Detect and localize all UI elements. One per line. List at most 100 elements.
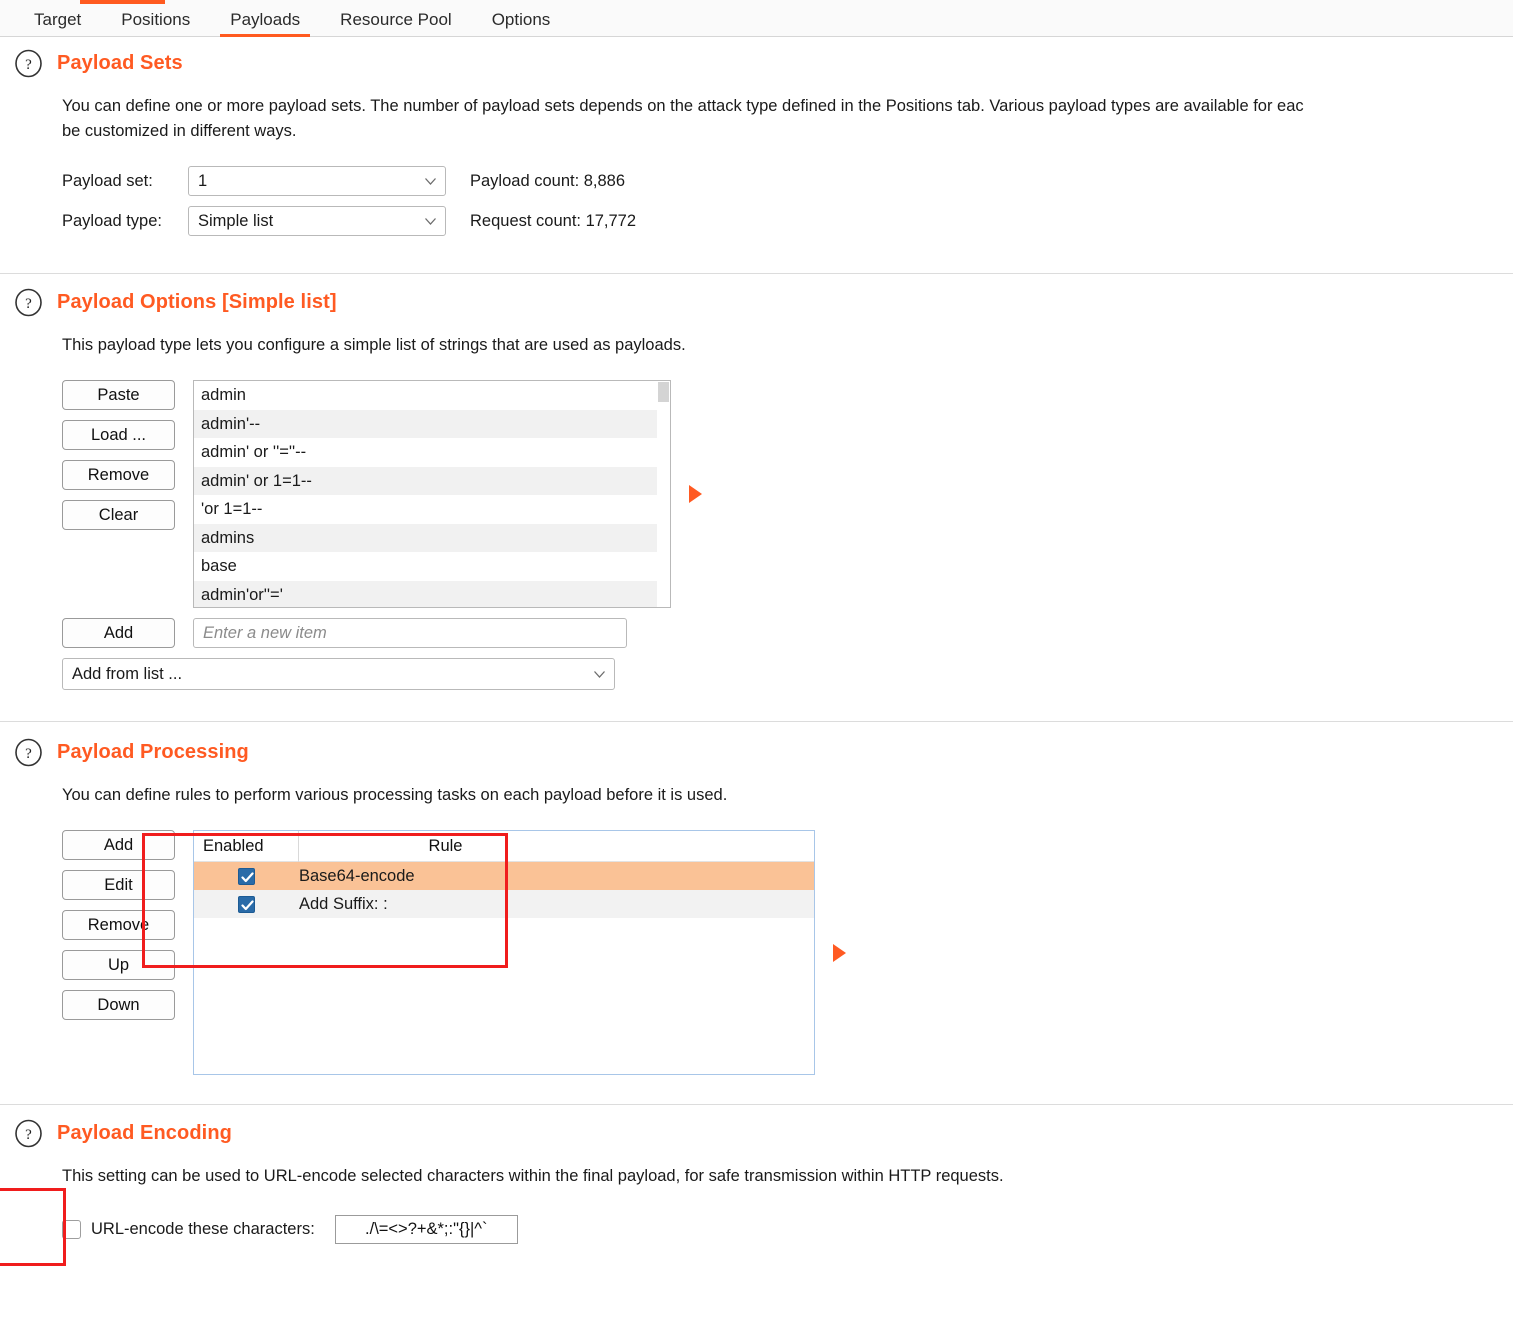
payload-type-value: Simple list (198, 211, 274, 230)
payload-list-scrollbar[interactable] (657, 381, 670, 607)
payload-processing-header: ? Payload Processing (0, 738, 1513, 767)
svg-text:?: ? (25, 746, 32, 762)
payload-sets-header: ? Payload Sets (0, 49, 1513, 78)
payload-options-title: Payload Options [Simple list] (57, 291, 337, 313)
list-item[interactable]: admin' or 1=1-- (194, 466, 670, 495)
svg-text:?: ? (25, 57, 32, 73)
url-encode-checkbox[interactable] (62, 1220, 81, 1239)
tab-label: Options (491, 10, 551, 29)
payload-encoding-title: Payload Encoding (57, 1122, 232, 1144)
section-payload-sets: ? Payload Sets You can define one or mor… (0, 37, 1513, 274)
list-item[interactable]: admins (194, 523, 670, 552)
rule-down-button[interactable]: Down (62, 990, 175, 1020)
remove-button[interactable]: Remove (62, 460, 175, 490)
tab-target[interactable]: Target (14, 11, 101, 37)
tab-label: Payloads (230, 10, 301, 29)
clear-button[interactable]: Clear (62, 500, 175, 530)
chevron-down-icon (425, 218, 436, 225)
rules-marker-wrap (833, 830, 846, 1075)
svg-text:?: ? (25, 1127, 32, 1143)
add-from-list-select[interactable]: Add from list ... (62, 658, 615, 690)
url-encode-highlight-box (0, 1188, 66, 1266)
tab-positions[interactable]: Positions (101, 11, 210, 37)
request-count: Request count: 17,772 (470, 211, 637, 230)
payload-count: Payload count: 8,886 (470, 171, 626, 190)
payload-encoding-description: This setting can be used to URL-encode s… (62, 1167, 1004, 1185)
question-mark-icon[interactable]: ? (14, 738, 43, 767)
add-button-wrap: Add (62, 618, 175, 648)
url-encode-label: URL-encode these characters: (91, 1220, 315, 1238)
page-title: Payload Sets (57, 52, 183, 74)
payload-list-marker-wrap (689, 380, 702, 608)
list-item[interactable]: admin' or ''=''-- (194, 438, 670, 467)
payload-list-buttons: Paste Load ... Remove Clear (62, 380, 175, 530)
new-item-input[interactable] (193, 618, 627, 648)
payload-list[interactable]: admin admin'-- admin' or ''=''-- admin' … (193, 380, 671, 608)
payload-set-select[interactable]: 1 (188, 166, 446, 196)
load-button[interactable]: Load ... (62, 420, 175, 450)
table-row[interactable]: Add Suffix: : (194, 890, 814, 918)
column-header-enabled: Enabled (203, 836, 264, 855)
url-encode-line: URL-encode these characters: ./\=<>?+&*;… (62, 1215, 1513, 1244)
payload-type-select[interactable]: Simple list (188, 206, 446, 236)
chevron-down-icon (594, 671, 605, 678)
tab-resource-pool[interactable]: Resource Pool (320, 11, 472, 37)
tab-list: Target Positions Payloads Resource Pool … (0, 0, 1513, 37)
question-mark-icon[interactable]: ? (14, 288, 43, 317)
chevron-down-icon (425, 178, 436, 185)
payload-set-value: 1 (198, 171, 208, 190)
payload-processing-title: Payload Processing (57, 741, 249, 763)
payload-encoding-header: ? Payload Encoding (0, 1119, 1513, 1148)
orange-triangle-icon (689, 485, 702, 503)
rules-buttons: Add Edit Remove Up Down (62, 830, 175, 1020)
rule-enabled-checkbox[interactable] (194, 895, 298, 913)
tab-bar: Target Positions Payloads Resource Pool … (0, 0, 1513, 37)
svg-text:?: ? (25, 296, 32, 312)
url-encode-characters-input[interactable]: ./\=<>?+&*;:"{}|^` (334, 1215, 518, 1244)
orange-triangle-icon (833, 943, 846, 962)
add-button[interactable]: Add (62, 618, 175, 648)
list-item[interactable]: admin'or''=' (194, 580, 670, 607)
rule-enabled-checkbox[interactable] (194, 867, 298, 885)
question-mark-icon[interactable]: ? (14, 1119, 43, 1148)
payload-options-header: ? Payload Options [Simple list] (0, 288, 1513, 317)
scrollbar-thumb[interactable] (658, 382, 669, 402)
rule-remove-button[interactable]: Remove (62, 910, 175, 940)
tab-label: Positions (121, 10, 191, 29)
rule-add-button[interactable]: Add (62, 830, 175, 860)
payload-sets-fields: Payload set: 1 Payload count: 8,886 Payl… (0, 166, 1513, 236)
payload-options-body: Paste Load ... Remove Clear admin admin'… (0, 380, 1513, 690)
add-item-row: Add (62, 618, 1513, 648)
list-item[interactable]: admin'-- (194, 409, 670, 438)
add-from-list-value: Add from list ... (72, 664, 183, 683)
rules-table-header: Enabled Rule (194, 830, 814, 862)
section-payload-processing: ? Payload Processing You can define rule… (0, 722, 1513, 1105)
tab-label: Target (34, 10, 82, 29)
payload-sets-description: You can define one or more payload sets.… (62, 97, 1304, 140)
rule-name: Base64-encode (299, 866, 415, 885)
rules-table[interactable]: Enabled Rule Base64-encode Add Suffix:: (193, 830, 815, 1075)
payload-list-rows: admin admin'-- admin' or ''=''-- admin' … (194, 381, 670, 607)
rule-edit-button[interactable]: Edit (62, 870, 175, 900)
payload-list-row: Paste Load ... Remove Clear admin admin'… (62, 380, 1513, 608)
section-payload-options: ? Payload Options [Simple list] This pay… (0, 274, 1513, 722)
list-item[interactable]: base (194, 552, 670, 581)
column-header-rule: Rule (428, 836, 463, 855)
tab-options[interactable]: Options (472, 11, 571, 37)
payload-options-description: This payload type lets you configure a s… (62, 336, 686, 354)
tab-payloads[interactable]: Payloads (210, 11, 320, 37)
tab-label: Resource Pool (340, 10, 452, 29)
checkbox-checked-icon (237, 867, 255, 885)
payload-processing-body: Add Edit Remove Up Down Enabled Rule Bas… (0, 830, 1513, 1075)
paste-button[interactable]: Paste (62, 380, 175, 410)
payloads-page: ? Payload Sets You can define one or mor… (0, 37, 1513, 1266)
table-row[interactable]: Base64-encode (194, 862, 814, 890)
question-mark-icon[interactable]: ? (14, 49, 43, 78)
payload-sets-description-text: You can define one or more payload sets.… (62, 97, 1304, 115)
list-item[interactable]: 'or 1=1-- (194, 495, 670, 524)
payload-type-label: Payload type: (62, 211, 162, 230)
parent-tab-indicator (80, 0, 165, 4)
rule-up-button[interactable]: Up (62, 950, 175, 980)
rules-row: Add Edit Remove Up Down Enabled Rule Bas… (62, 830, 1513, 1075)
list-item[interactable]: admin (194, 381, 670, 410)
